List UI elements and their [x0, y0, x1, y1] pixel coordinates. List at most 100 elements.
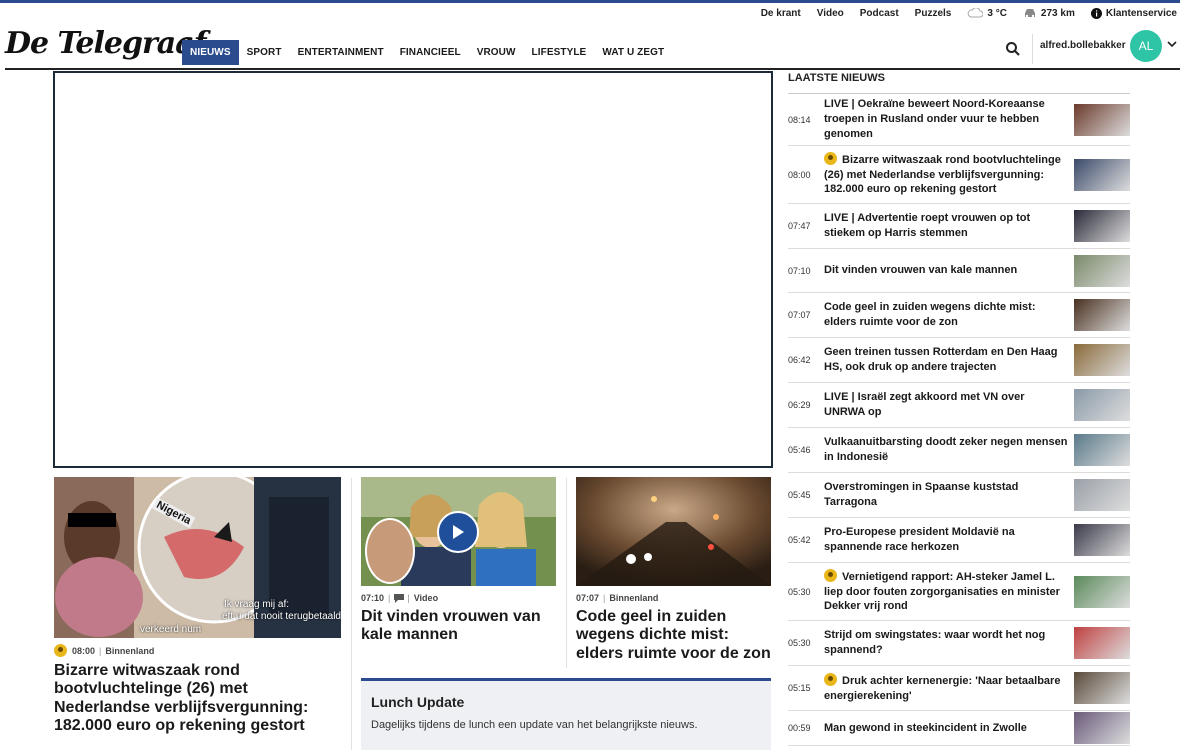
sidebar-title: LAATSTE NIEUWS: [788, 72, 1130, 94]
traffic-text: 273 km: [1040, 7, 1075, 19]
article-time: 08:00: [72, 645, 96, 656]
article-title[interactable]: Code geel in zuiden wegens dichte mist: …: [576, 608, 771, 663]
news-headline-text: Vulkaanuitbarsting doodt zeker negen men…: [824, 436, 1068, 463]
list-item[interactable]: 05:46 Vulkaanuitbarsting doodt zeker nege…: [788, 428, 1130, 473]
username[interactable]: alfred.bollebakker: [1040, 40, 1126, 51]
traffic-widget[interactable]: 273 km: [1023, 8, 1075, 19]
article-card-main[interactable]: Nigeria Ik vraag mij af: eft u dat nooit…: [54, 477, 341, 736]
news-thumbnail[interactable]: [1074, 672, 1130, 704]
news-headline[interactable]: Geen treinen tussen Rotterdam en Den Haa…: [824, 345, 1074, 375]
news-headline[interactable]: LIVE | Oekraïne beweert Noord-Koreaanse …: [824, 97, 1074, 142]
latest-news-sidebar: LAATSTE NIEUWS 08:14 LIVE | Oekraïne bewe…: [788, 72, 1130, 746]
news-time: 05:46: [788, 445, 811, 455]
util-link-podcast[interactable]: Podcast: [860, 8, 899, 19]
list-item[interactable]: 05:42 Pro-Europese president Moldavië na …: [788, 518, 1130, 563]
news-headline-text: LIVE | Israël zegt akkoord met VN over U…: [824, 391, 1025, 418]
article-title[interactable]: Dit vinden vrouwen van kale mannen: [361, 608, 556, 645]
column-divider: [566, 478, 567, 668]
avatar[interactable]: AL: [1130, 30, 1162, 62]
news-thumbnail[interactable]: [1074, 103, 1130, 136]
news-headline[interactable]: LIVE | Advertentie roept vrouwen op tot …: [824, 211, 1074, 241]
utility-bar: De krant Video Podcast Puzzels 3 °C 273 …: [745, 3, 1180, 23]
car-icon: [1024, 9, 1035, 18]
customer-service-link[interactable]: Klantenservice: [1090, 7, 1177, 19]
list-item[interactable]: 07:47 LIVE | Advertentie roept vrouwen op…: [788, 204, 1130, 249]
news-headline[interactable]: Code geel in zuiden wegens dichte mist: …: [824, 300, 1074, 330]
news-thumbnail[interactable]: [1074, 575, 1130, 608]
column-divider: [351, 478, 352, 750]
article-time: 07:10: [361, 593, 385, 603]
site-logo[interactable]: De Telegraaf: [5, 26, 207, 61]
play-icon: [453, 525, 464, 539]
news-thumbnail[interactable]: [1074, 158, 1130, 191]
news-headline[interactable]: Druk achter kernenergie: 'Naar betaalbar…: [824, 672, 1074, 704]
news-headline[interactable]: Vulkaanuitbarsting doodt zeker negen men…: [824, 435, 1074, 465]
news-thumbnail[interactable]: [1074, 389, 1130, 421]
nav-item-wat-u-zegt[interactable]: WAT U ZEGT: [594, 40, 672, 65]
news-headline[interactable]: Overstromingen in Spaanse kuststad Tarra…: [824, 480, 1074, 510]
util-link-krant[interactable]: De krant: [761, 8, 801, 19]
list-item[interactable]: 00:59 Man gewond in steekincident in Zwol…: [788, 711, 1130, 746]
util-link-video[interactable]: Video: [817, 8, 844, 19]
news-headline[interactable]: Man gewond in steekincident in Zwolle: [824, 721, 1074, 736]
util-link-puzzels[interactable]: Puzzels: [915, 8, 952, 19]
article-card-video[interactable]: 07:10 | | Video Dit vinden vrouwen van k…: [361, 477, 556, 645]
play-button[interactable]: [437, 511, 479, 553]
news-thumbnail[interactable]: [1074, 210, 1130, 242]
article-card-fog[interactable]: 07:07 | Binnenland Code geel in zuiden w…: [576, 477, 771, 663]
news-headline[interactable]: Strijd om swingstates: waar wordt het no…: [824, 628, 1074, 658]
header-divider: [1032, 34, 1033, 64]
list-item[interactable]: 06:29 LIVE | Israël zegt akkoord met VN o…: [788, 383, 1130, 428]
reporter-avatar: [365, 518, 415, 584]
list-item[interactable]: 08:14 LIVE | Oekraïne beweert Noord-Korea…: [788, 94, 1130, 146]
newsletter-promo[interactable]: Lunch Update Dagelijks tijdens de lunch …: [361, 678, 771, 750]
news-headline[interactable]: Pro-Europese president Moldavië na spann…: [824, 525, 1074, 555]
news-headline[interactable]: Dit vinden vrouwen van kale mannen: [824, 263, 1074, 278]
news-time: 05:42: [788, 535, 811, 545]
list-item[interactable]: 05:30 Strijd om swingstates: waar wordt h…: [788, 621, 1130, 666]
info-icon: [1090, 7, 1102, 19]
news-time: 05:45: [788, 490, 811, 500]
article-title[interactable]: Bizarre witwaszaak rond bootvluchtelinge…: [54, 662, 341, 736]
list-item[interactable]: 05:45 Overstromingen in Spaanse kuststad …: [788, 473, 1130, 518]
newsletter-description: Dagelijks tijdens de lunch een update va…: [371, 719, 698, 731]
article-meta: 08:00 | Binnenland: [54, 644, 341, 657]
premium-icon: [824, 672, 837, 686]
news-time: 08:00: [788, 169, 811, 180]
news-time: 06:42: [788, 355, 811, 365]
nav-item-entertainment[interactable]: ENTERTAINMENT: [290, 40, 392, 65]
news-thumbnail[interactable]: [1074, 434, 1130, 466]
news-thumbnail[interactable]: [1074, 479, 1130, 511]
nav-item-financieel[interactable]: FINANCIEEL: [392, 40, 469, 65]
news-headline-text: Bizarre witwaszaak rond bootvluchtelinge…: [824, 153, 1061, 196]
news-thumbnail[interactable]: [1074, 524, 1130, 556]
news-headline[interactable]: Vernietigend rapport: AH-steker Jamel L.…: [824, 568, 1074, 615]
premium-icon: [824, 568, 837, 582]
search-icon[interactable]: [1004, 40, 1022, 58]
nav-item-vrouw[interactable]: VROUW: [469, 40, 524, 65]
news-time: 06:29: [788, 400, 811, 410]
news-headline-text: Man gewond in steekincident in Zwolle: [824, 721, 1027, 734]
news-thumbnail[interactable]: [1074, 299, 1130, 331]
list-item[interactable]: 05:15 Druk achter kernenergie: 'Naar beta…: [788, 666, 1130, 711]
chevron-down-icon[interactable]: [1167, 40, 1177, 48]
news-headline[interactable]: Bizarre witwaszaak rond bootvluchtelinge…: [824, 151, 1074, 198]
news-thumbnail[interactable]: [1074, 344, 1130, 376]
nav-item-sport[interactable]: SPORT: [239, 40, 290, 65]
list-item[interactable]: 06:42 Geen treinen tussen Rotterdam en De…: [788, 338, 1130, 383]
news-time: 07:47: [788, 221, 811, 231]
list-item[interactable]: 07:10 Dit vinden vrouwen van kale mannen: [788, 249, 1130, 293]
news-thumbnail[interactable]: [1074, 627, 1130, 659]
weather-widget[interactable]: 3 °C: [967, 8, 1007, 19]
news-thumbnail[interactable]: [1074, 712, 1130, 744]
nav-item-lifestyle[interactable]: LIFESTYLE: [524, 40, 595, 65]
news-headline-text: Overstromingen in Spaanse kuststad Tarra…: [824, 481, 1019, 508]
news-thumbnail[interactable]: [1074, 254, 1130, 287]
list-item[interactable]: 07:07 Code geel in zuiden wegens dichte m…: [788, 293, 1130, 338]
list-item[interactable]: 08:00 Bizarre witwaszaak rond bootvluchte…: [788, 146, 1130, 204]
list-item[interactable]: 05:30 Vernietigend rapport: AH-steker Jam…: [788, 563, 1130, 621]
nav-item-nieuws[interactable]: NIEUWS: [182, 40, 239, 65]
news-headline[interactable]: LIVE | Israël zegt akkoord met VN over U…: [824, 390, 1074, 420]
news-headline-text: Druk achter kernenergie: 'Naar betaalbar…: [824, 674, 1061, 702]
news-headline-text: Code geel in zuiden wegens dichte mist: …: [824, 301, 1036, 328]
